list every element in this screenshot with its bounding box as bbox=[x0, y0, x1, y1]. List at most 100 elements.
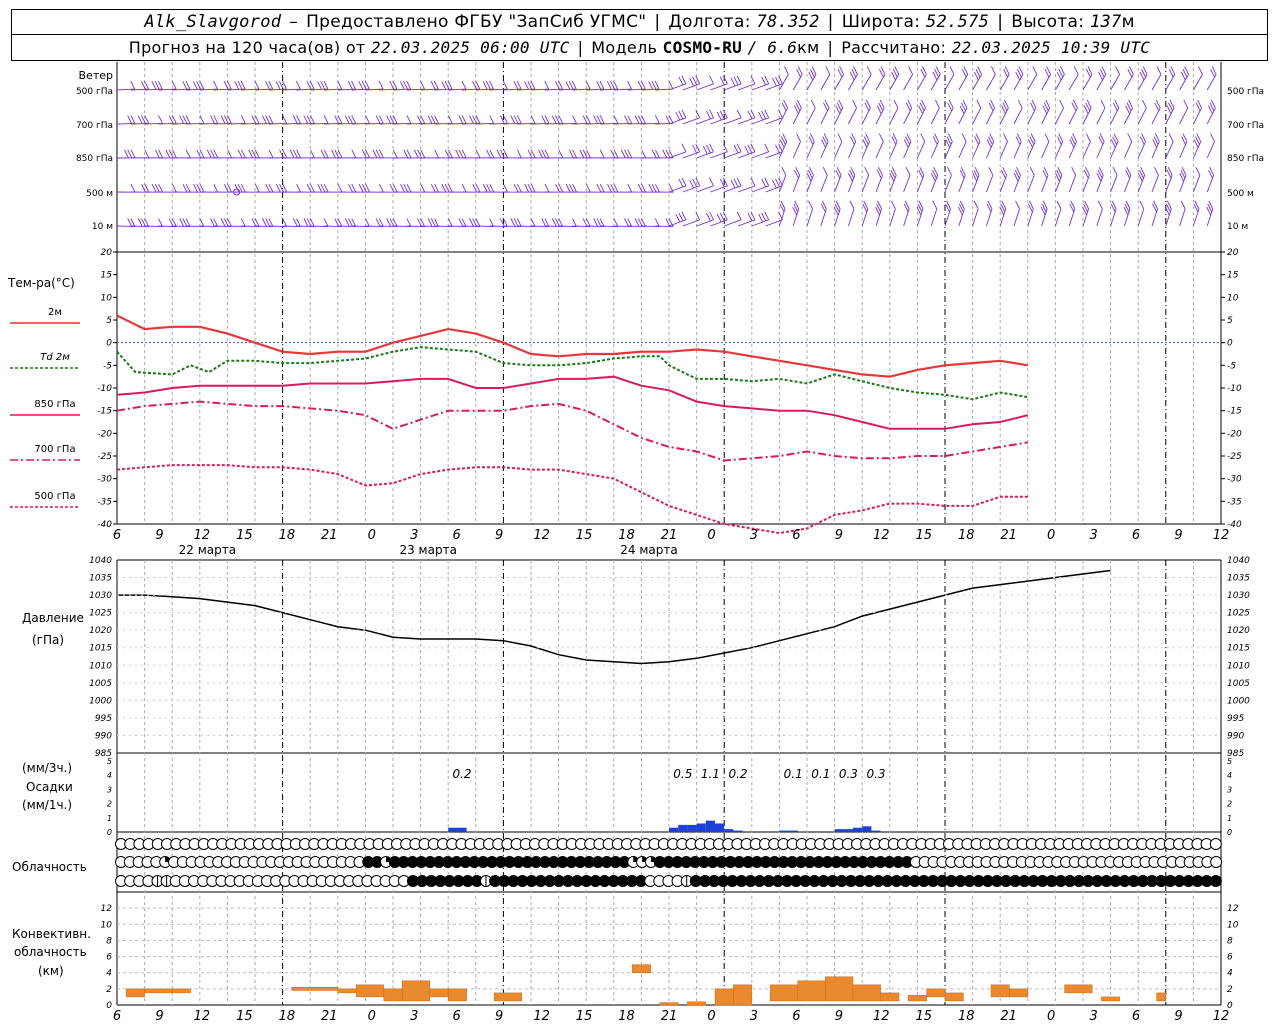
precip-bar bbox=[448, 827, 458, 832]
wind-barb-feather bbox=[681, 143, 687, 153]
wind-barb-feather bbox=[934, 99, 940, 109]
wind-barb-shaft bbox=[806, 107, 816, 125]
conv-ytick-right: 8 bbox=[1227, 936, 1233, 946]
press-ytick-right: 1020 bbox=[1227, 626, 1250, 636]
time-tick-label: 3 bbox=[1089, 1009, 1097, 1024]
temp-legend-label: 500 гПа bbox=[34, 491, 75, 502]
wind-barb-feather bbox=[378, 183, 384, 193]
wind-level-label-right: 500 м bbox=[1227, 189, 1254, 199]
wind-barb-feather bbox=[585, 80, 591, 90]
time-tick-label: 9 bbox=[835, 528, 843, 543]
wind-barb-feather bbox=[733, 144, 739, 154]
wind-barb-feather bbox=[961, 133, 967, 142]
precip-bar bbox=[687, 824, 697, 832]
temp-ytick-left: -20 bbox=[97, 429, 112, 439]
conv-ytick-left: 8 bbox=[106, 936, 112, 946]
time-tick-label: 3 bbox=[750, 528, 758, 543]
wind-barb-feather bbox=[309, 149, 315, 159]
temp-ytick-left: -5 bbox=[103, 361, 112, 371]
wind-barb-feather bbox=[736, 211, 742, 221]
time-tick-label: 15 bbox=[915, 528, 932, 543]
wind-barb-feather bbox=[775, 144, 780, 154]
time-tick-label: 21 bbox=[661, 528, 678, 543]
precip-bar bbox=[862, 826, 872, 832]
time-tick-label: 9 bbox=[155, 1009, 163, 1024]
temp-legend-label: Td 2м bbox=[40, 352, 70, 363]
wind-barb-feather bbox=[502, 80, 508, 90]
wind-level-label: 500 гПа bbox=[76, 87, 113, 97]
wind-barb-feather bbox=[1044, 133, 1050, 142]
conv-bar bbox=[825, 976, 854, 1002]
wind-barb-feather bbox=[544, 80, 550, 90]
wind-title: Ветер bbox=[79, 69, 113, 82]
wind-barb-feather bbox=[351, 149, 357, 159]
wind-barb-feather bbox=[572, 218, 577, 227]
wind-barb-feather bbox=[1112, 166, 1118, 176]
time-tick-label: 9 bbox=[835, 1009, 843, 1024]
precip-bar bbox=[733, 830, 743, 832]
conv-ytick-left: 0 bbox=[106, 1001, 112, 1011]
wind-barb-feather bbox=[240, 115, 246, 124]
wind-barb-feather bbox=[709, 109, 714, 119]
wind-barb-shaft bbox=[792, 74, 803, 91]
temp-ytick-left: 20 bbox=[101, 248, 113, 258]
time-tick-label: 6 bbox=[113, 1009, 121, 1024]
wind-barb-shaft bbox=[724, 117, 742, 125]
temp-series-line bbox=[116, 464, 1028, 535]
wind-barb-shaft bbox=[778, 175, 787, 193]
wind-barb-feather bbox=[365, 115, 370, 124]
time-tick-label: 9 bbox=[1174, 528, 1182, 543]
precip-ytick-right: 4 bbox=[1227, 771, 1232, 780]
wind-barb-feather bbox=[736, 177, 742, 187]
wind-barb-shaft bbox=[682, 83, 700, 91]
wind-barb-feather bbox=[866, 66, 872, 75]
wind-barb-shaft bbox=[737, 151, 756, 159]
press-ytick-left: 1030 bbox=[89, 591, 112, 601]
wind-barb-shaft bbox=[986, 74, 996, 91]
conv-bar bbox=[733, 984, 753, 1006]
time-tick-label: 18 bbox=[279, 528, 296, 543]
precip-bar bbox=[779, 830, 789, 832]
wind-barb-feather bbox=[516, 149, 522, 159]
wind-barb-feather bbox=[654, 218, 660, 227]
wind-barb-shaft bbox=[724, 83, 742, 91]
precip-bar bbox=[871, 830, 881, 832]
precip-ytick-right: 3 bbox=[1227, 785, 1232, 794]
precip-ytick-right: 2 bbox=[1227, 800, 1232, 809]
precip-3h-label: 0.1 bbox=[784, 767, 803, 781]
wind-barb-feather bbox=[772, 179, 777, 189]
wind-barb-feather bbox=[378, 80, 384, 90]
wind-barb-feather bbox=[719, 110, 725, 120]
wind-barb-feather bbox=[733, 178, 739, 188]
wind-barb-feather bbox=[678, 110, 684, 120]
wind-barb-shaft bbox=[985, 175, 994, 193]
wind-barb-shaft bbox=[889, 107, 899, 125]
wind-barb-shaft bbox=[1151, 74, 1162, 91]
wind-barb-feather bbox=[764, 211, 770, 221]
time-tick-label: 6 bbox=[792, 1009, 800, 1024]
wind-barb-shaft bbox=[751, 117, 769, 125]
press-ytick-left: 1020 bbox=[89, 626, 112, 636]
wind-barb-shaft bbox=[682, 117, 700, 125]
wind-barb-feather bbox=[706, 110, 711, 120]
wind-barb-shaft bbox=[1054, 107, 1064, 125]
precip-bar bbox=[705, 820, 715, 832]
wind-barb-shaft bbox=[944, 74, 955, 91]
wind-barb-shaft bbox=[917, 74, 927, 91]
time-tick-label: 0 bbox=[1047, 528, 1055, 543]
conv-bar bbox=[990, 984, 1010, 998]
wind-barb-feather bbox=[932, 200, 938, 210]
conv-bar bbox=[383, 988, 403, 1002]
wind-barb-shaft bbox=[875, 74, 886, 91]
temp-ytick-right: -10 bbox=[1227, 384, 1242, 394]
wind-barb-shaft bbox=[999, 74, 1010, 91]
wind-barb-shaft bbox=[751, 151, 769, 159]
wind-barb-shaft bbox=[861, 74, 872, 91]
conv-ytick-left: 10 bbox=[101, 920, 113, 930]
wind-level-label: 500 м bbox=[86, 189, 113, 199]
conv-bar bbox=[631, 964, 651, 973]
wind-barb-feather bbox=[716, 213, 722, 223]
press-ytick-right: 1010 bbox=[1227, 661, 1250, 671]
wind-barb-shaft bbox=[1041, 74, 1051, 91]
time-tick-label: 21 bbox=[1000, 1009, 1017, 1024]
